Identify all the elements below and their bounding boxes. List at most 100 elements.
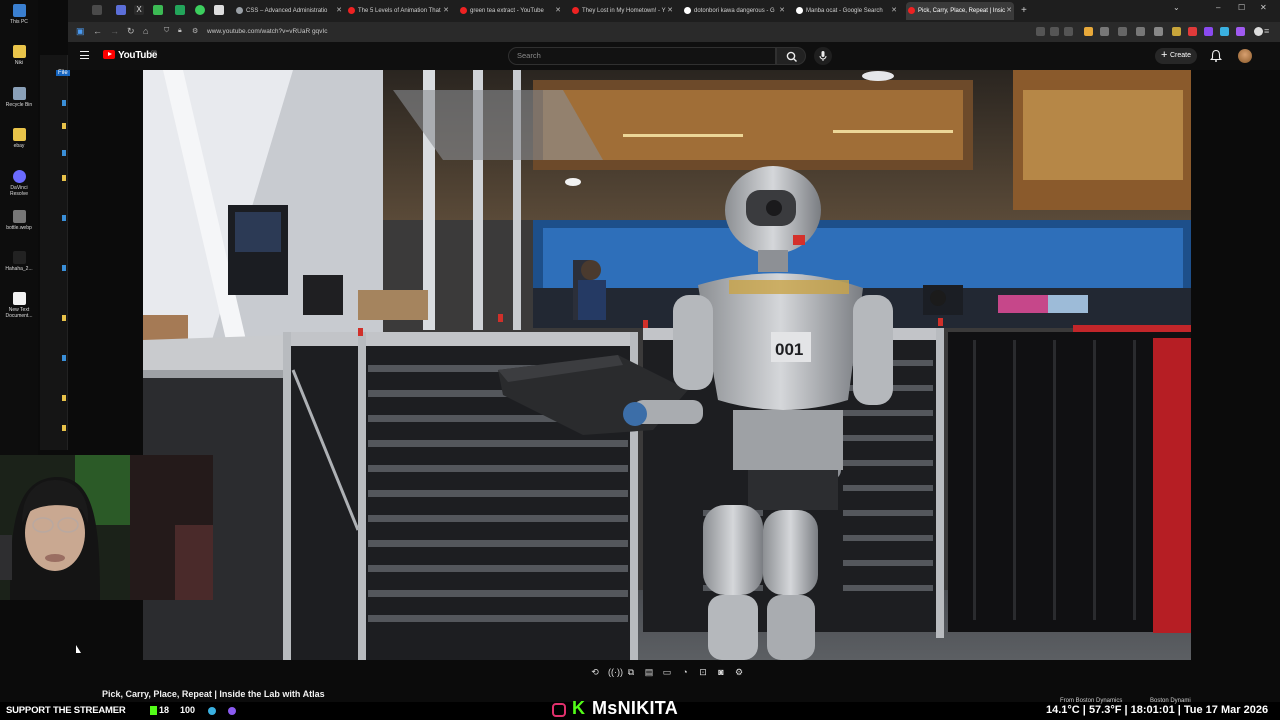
theater-icon[interactable]: ⊡ (698, 667, 708, 677)
extension-icon[interactable] (1172, 27, 1181, 36)
reload-icon[interactable]: ↻ (127, 26, 135, 37)
extension-icon[interactable] (1118, 27, 1127, 36)
viewer-count: 100 (180, 705, 196, 715)
video-frame: 001 (143, 70, 1191, 660)
tab-close-icon[interactable]: ✕ (891, 2, 897, 20)
settings-gear-icon[interactable]: ⚙ (734, 667, 744, 677)
camera-icon[interactable]: ◙ (716, 667, 726, 677)
desktop-icon-this-pc[interactable]: This PC (3, 4, 35, 25)
chevron-down-icon[interactable]: ⌄ (1173, 3, 1180, 12)
extension-check-icon[interactable] (153, 5, 163, 15)
desktop-icon-recycle-bin[interactable]: Recycle Bin (3, 87, 35, 108)
site-settings-icon[interactable]: ⚙ (192, 27, 198, 35)
folder-icon (12, 128, 26, 141)
youtube-icon (908, 7, 915, 14)
extension-icon[interactable] (1236, 27, 1245, 36)
extension-page-icon[interactable] (214, 5, 224, 15)
reader-icon[interactable] (1050, 27, 1059, 36)
loop-icon[interactable]: ⟲ (590, 667, 600, 677)
minimize-icon[interactable]: – (1216, 3, 1220, 12)
text-file-icon (12, 292, 26, 305)
tab-close-icon[interactable]: ✕ (779, 2, 785, 20)
forward-icon[interactable]: → (110, 26, 119, 36)
extension-icon[interactable] (1204, 27, 1213, 36)
tab-close-icon[interactable]: ✕ (667, 2, 673, 20)
desktop-icon-bottle[interactable]: bottle.webp (3, 210, 35, 231)
mouse-cursor-icon (76, 645, 81, 653)
bookmark-icon[interactable] (1064, 27, 1073, 36)
extension-icon[interactable] (1188, 27, 1197, 36)
extension-p-icon[interactable] (116, 5, 126, 15)
screen: This PC Niki Recycle Bin ebay DaVinci Re… (0, 0, 1280, 720)
extension-icon[interactable] (1084, 27, 1093, 36)
weather-clock: 14.1°C | 57.3°F | 18:01:01 | Tue 17 Mar … (1046, 704, 1269, 716)
home-icon[interactable]: ⌂ (143, 26, 148, 36)
window-icon[interactable] (92, 5, 102, 15)
maximize-icon[interactable]: ☐ (1238, 3, 1245, 12)
x-icon[interactable]: X (134, 5, 144, 15)
speed-icon[interactable]: ◔ (680, 667, 690, 677)
desktop-icon-niki[interactable]: Niki (3, 45, 35, 66)
kick-count: 18 (159, 705, 170, 715)
davinci-resolve-icon (12, 170, 26, 183)
profile-icon[interactable] (1254, 27, 1263, 36)
voice-search-button[interactable] (814, 47, 832, 65)
taskbar-app-icon[interactable] (208, 707, 216, 715)
tab-close-icon[interactable]: ✕ (555, 2, 561, 20)
back-icon[interactable]: ← (93, 26, 102, 36)
audio-waves-icon[interactable]: ((·)) (608, 667, 623, 677)
instagram-icon (552, 703, 566, 717)
image-file-icon (12, 210, 26, 223)
lock-icon[interactable]: 🔒︎ (178, 27, 182, 35)
tab-dotonbori[interactable]: dotonbori kawa dangerous - G ✕ (682, 2, 787, 20)
youtube-icon (572, 7, 579, 14)
extension-dot-icon[interactable] (195, 5, 205, 15)
desktop-icon-hahaha[interactable]: Hahaha_2... (3, 251, 35, 272)
extension-icon[interactable] (1154, 27, 1163, 36)
image-file-icon (12, 251, 26, 264)
screenshot-icon[interactable]: ⧉ (626, 667, 636, 677)
file-explorer-label: File (56, 70, 70, 76)
captions-icon[interactable]: ▤ (644, 667, 654, 677)
microphone-icon (819, 51, 827, 61)
extension-icon[interactable] (1220, 27, 1229, 36)
shield-icon[interactable]: ⛉ (164, 27, 169, 35)
youtube-logo-icon[interactable] (103, 50, 115, 59)
url-field[interactable]: www.youtube.com/watch?v=vRUaR gqvIc (207, 28, 327, 35)
new-tab-button[interactable]: + (1018, 2, 1034, 20)
brand-kick-letter: K (572, 698, 585, 718)
notifications-bell-icon[interactable] (1210, 49, 1222, 63)
sidebar-toggle-icon[interactable]: ▣ (76, 26, 85, 37)
desktop-icon-davinci[interactable]: DaVinci Resolve (3, 170, 35, 197)
search-icon (786, 51, 797, 62)
menu-icon[interactable]: ≡ (1264, 26, 1269, 36)
extension-icon[interactable] (1136, 27, 1145, 36)
tab-close-icon[interactable]: ✕ (1006, 2, 1012, 20)
search-input[interactable]: Search (508, 47, 776, 65)
tab-green-tea[interactable]: green tea extract - YouTube ✕ (458, 2, 563, 20)
tab-close-icon[interactable]: ✕ (443, 2, 449, 20)
tab-close-icon[interactable]: ✕ (336, 2, 342, 20)
tab-hometown[interactable]: They Lost in My Hometown! - Y ✕ (570, 2, 675, 20)
youtube-country-code: GB (151, 49, 157, 54)
tab-animation[interactable]: The 5 Levels of Animation That ✕ (346, 2, 451, 20)
avatar[interactable] (1238, 49, 1252, 63)
google-icon (684, 7, 691, 14)
miniplayer-icon[interactable]: ▭ (662, 667, 672, 677)
computer-icon (12, 4, 26, 17)
tab-pick-carry[interactable]: Pick, Carry, Place, Repeat | Insic ✕ (906, 2, 1014, 20)
extension-leaf-icon[interactable] (175, 5, 185, 15)
hamburger-menu-icon[interactable] (80, 51, 89, 59)
install-app-icon[interactable] (1036, 27, 1045, 36)
search-button[interactable] (776, 47, 806, 65)
tab-manba[interactable]: Manba ocat - Google Search ✕ (794, 2, 899, 20)
create-button[interactable]: Create (1155, 47, 1197, 64)
taskbar-app-icon[interactable] (228, 707, 236, 715)
file-explorer-window[interactable]: File (40, 55, 70, 450)
tab-css-admin[interactable]: CSS – Advanced Administratio ✕ (234, 2, 344, 20)
desktop-icon-new-text[interactable]: New Text Document... (3, 292, 35, 319)
extension-icon[interactable] (1100, 27, 1109, 36)
video-player[interactable]: 001 (143, 70, 1191, 660)
close-window-icon[interactable]: ✕ (1260, 3, 1267, 12)
desktop-icon-ebay[interactable]: ebay (3, 128, 35, 149)
